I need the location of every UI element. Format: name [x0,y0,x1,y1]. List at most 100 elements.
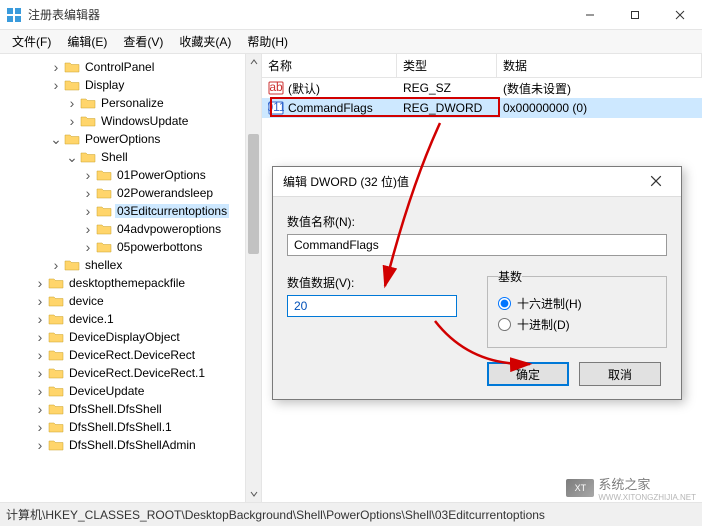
tree-label: 05powerbottons [115,240,204,254]
cancel-button[interactable]: 取消 [579,362,661,386]
expand-icon[interactable]: ⌄ [48,132,64,146]
tree-node[interactable]: ›Display [0,76,261,94]
menu-favorites[interactable]: 收藏夹(A) [171,30,239,53]
expand-icon[interactable]: › [80,186,96,200]
col-data[interactable]: 数据 [497,54,702,77]
watermark-logo: XT [566,479,594,497]
radio-hex-label[interactable]: 十六进制(H) [498,295,656,312]
tree-node[interactable]: ›DfsShell.DfsShell [0,400,261,418]
value-data-input[interactable] [287,295,457,317]
tree-node[interactable]: ›DfsShell.DfsShellAdmin [0,436,261,454]
expand-icon[interactable]: › [32,438,48,452]
tree-node[interactable]: › Personalize [0,94,261,112]
tree-label: DeviceRect.DeviceRect.1 [67,366,207,380]
tree-label: DeviceUpdate [67,384,146,398]
tree-node[interactable]: › desktopthemepackfile [0,274,261,292]
minimize-button[interactable] [567,0,612,30]
status-path: 计算机\HKEY_CLASSES_ROOT\DesktopBackground\… [6,506,545,523]
expand-icon[interactable]: › [80,168,96,182]
tree-node[interactable]: ›DeviceDisplayObject [0,328,261,346]
folder-icon [64,78,80,92]
scroll-up-button[interactable] [246,54,261,70]
close-button[interactable] [657,0,702,30]
tree-node[interactable]: ›ControlPanel [0,58,261,76]
watermark: XT 系统之家 WWW.XITONGZHIJIA.NET [566,474,696,502]
window-buttons [567,0,702,30]
tree-node[interactable]: ›03Editcurrentoptions [0,202,261,220]
tree-node[interactable]: ⌄PowerOptions [0,130,261,148]
expand-icon[interactable]: › [32,330,48,344]
folder-icon [48,402,64,416]
tree-label: 04advpoweroptions [115,222,223,236]
menubar: 文件(F) 编辑(E) 查看(V) 收藏夹(A) 帮助(H) [0,30,702,54]
tree-label: desktopthemepackfile [67,276,187,290]
tree-scrollbar[interactable] [245,54,261,502]
tree-node[interactable]: › DeviceUpdate [0,382,261,400]
maximize-button[interactable] [612,0,657,30]
expand-icon[interactable]: › [64,96,80,110]
folder-icon [96,168,112,182]
tree-node[interactable]: › 01PowerOptions [0,166,261,184]
ok-button[interactable]: 确定 [487,362,569,386]
tree-node[interactable]: › 04advpoweroptions [0,220,261,238]
dialog-titlebar: 编辑 DWORD (32 位)值 [273,167,681,197]
folder-icon [96,186,112,200]
expand-icon[interactable]: › [32,366,48,380]
expand-icon[interactable]: › [32,294,48,308]
folder-icon [80,96,96,110]
expand-icon[interactable]: › [80,240,96,254]
expand-icon[interactable]: › [48,78,64,92]
folder-icon [48,366,64,380]
svg-text:ab: ab [269,80,283,94]
tree-node[interactable]: ›device.1 [0,310,261,328]
col-name[interactable]: 名称 [262,54,397,77]
menu-file[interactable]: 文件(F) [4,30,59,53]
expand-icon[interactable]: ⌄ [64,150,80,164]
folder-icon [48,276,64,290]
window-title: 注册表编辑器 [28,6,567,23]
value-type: REG_DWORD [397,101,497,115]
value-type: REG_SZ [397,81,497,95]
menu-help[interactable]: 帮助(H) [239,30,296,53]
tree-node[interactable]: ›device [0,292,261,310]
folder-icon [48,420,64,434]
menu-edit[interactable]: 编辑(E) [59,30,115,53]
expand-icon[interactable]: › [64,114,80,128]
menu-view[interactable]: 查看(V) [115,30,171,53]
folder-icon [48,384,64,398]
tree-label: Personalize [99,96,166,110]
tree-node[interactable]: ›WindowsUpdate [0,112,261,130]
dialog-close-button[interactable] [641,174,671,190]
expand-icon[interactable]: › [80,204,96,218]
tree-label: 01PowerOptions [115,168,208,182]
expand-icon[interactable]: › [32,312,48,326]
radio-dec[interactable] [498,318,511,331]
list-row[interactable]: ab(默认)REG_SZ(数值未设置) [262,78,702,98]
value-data-label: 数值数据(V): [287,274,487,291]
tree-node[interactable]: ⌄Shell [0,148,261,166]
tree-node[interactable]: › DeviceRect.DeviceRect.1 [0,364,261,382]
list-row[interactable]: 011CommandFlagsREG_DWORD0x00000000 (0) [262,98,702,118]
expand-icon[interactable]: › [32,402,48,416]
expand-icon[interactable]: › [48,258,64,272]
radio-hex[interactable] [498,297,511,310]
folder-icon [96,222,112,236]
tree-node[interactable]: ›DfsShell.DfsShell.1 [0,418,261,436]
tree-node[interactable]: ›DeviceRect.DeviceRect [0,346,261,364]
expand-icon[interactable]: › [48,60,64,74]
registry-tree[interactable]: ›ControlPanel›Display›Personalize›Window… [0,54,262,502]
tree-node[interactable]: ›02Powerandsleep [0,184,261,202]
tree-node[interactable]: ›shellex [0,256,261,274]
expand-icon[interactable]: › [80,222,96,236]
expand-icon[interactable]: › [32,348,48,362]
radio-dec-label[interactable]: 十进制(D) [498,316,656,333]
scroll-thumb[interactable] [248,134,259,254]
titlebar: 注册表编辑器 [0,0,702,30]
expand-icon[interactable]: › [32,276,48,290]
expand-icon[interactable]: › [32,420,48,434]
value-name-input[interactable] [287,234,667,256]
tree-node[interactable]: › 05powerbottons [0,238,261,256]
scroll-down-button[interactable] [246,486,261,502]
expand-icon[interactable]: › [32,384,48,398]
col-type[interactable]: 类型 [397,54,497,77]
